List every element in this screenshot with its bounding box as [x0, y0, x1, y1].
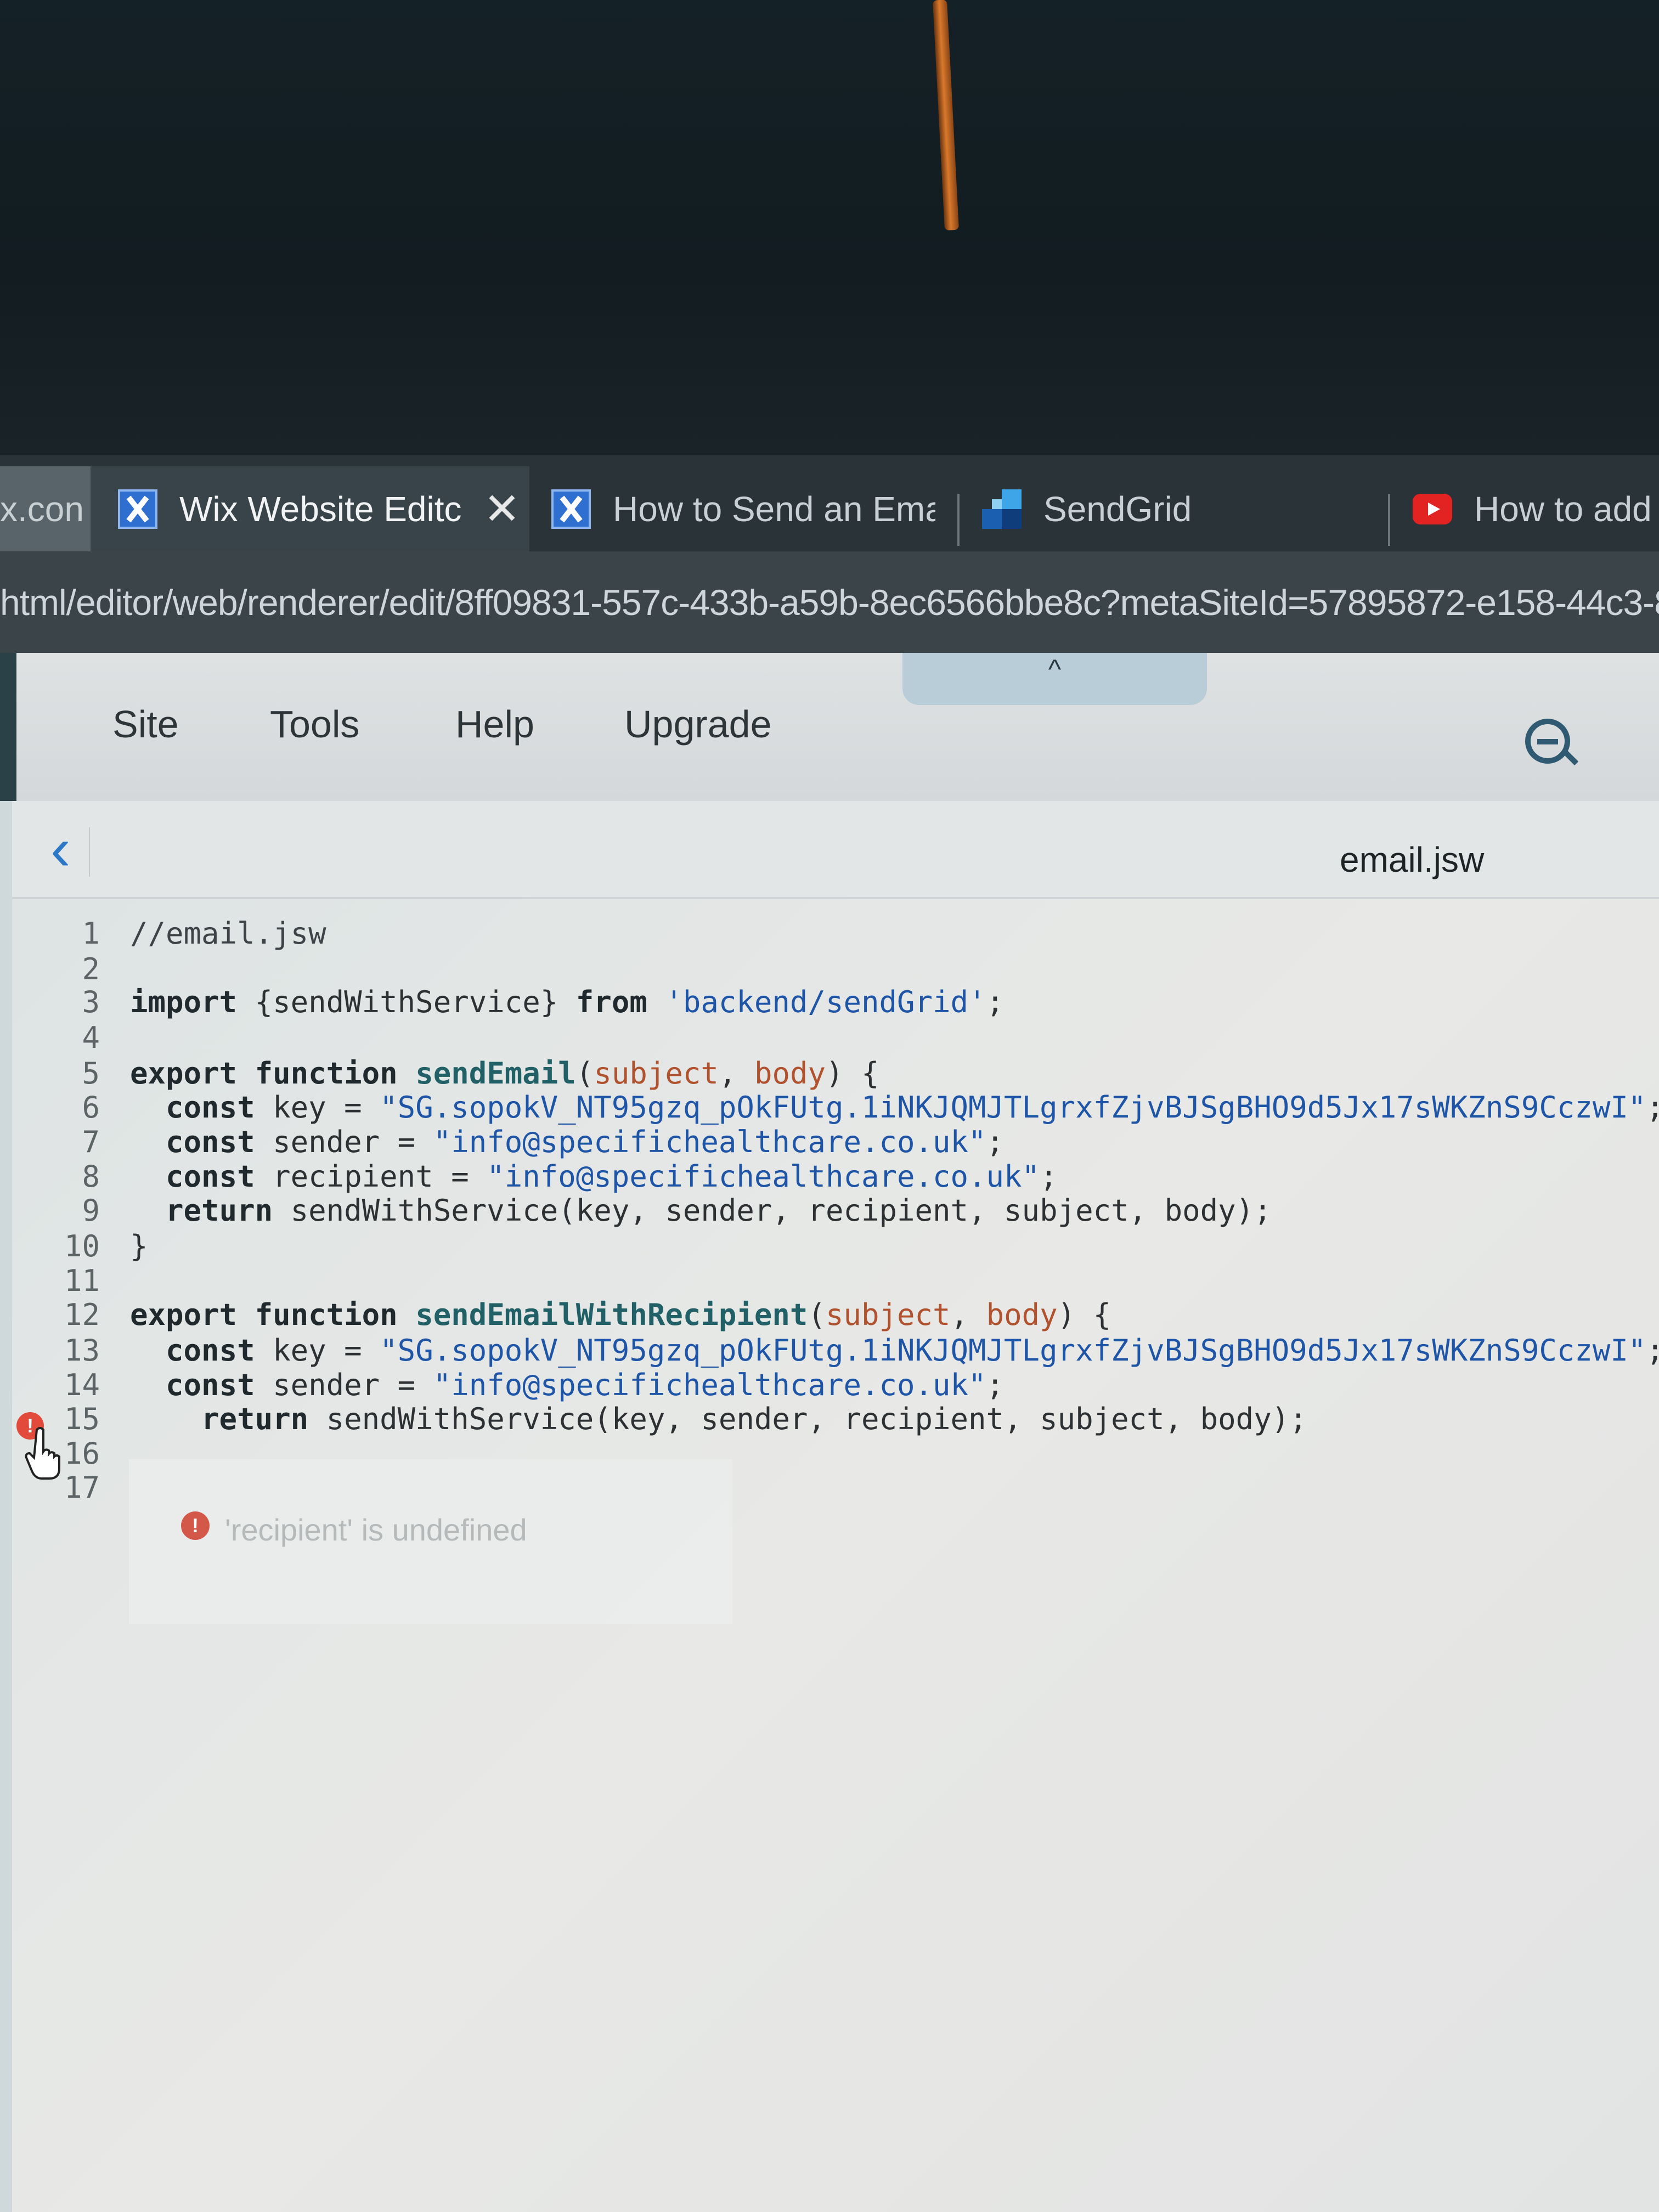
line-number: 3: [82, 985, 100, 1019]
code-line[interactable]: 14 const sender = "info@specifichealthca…: [12, 1368, 1659, 1404]
line-number: 6: [82, 1090, 100, 1125]
wix-icon: [551, 489, 591, 529]
code-text[interactable]: return sendWithService(key, sender, reci…: [130, 1402, 1307, 1436]
tab-wix-editor[interactable]: Wix Website Editc ✕: [91, 466, 529, 551]
address-bar[interactable]: html/editor/web/renderer/edit/8ff09831-5…: [0, 551, 1659, 653]
code-text[interactable]: import {sendWithService} from 'backend/s…: [130, 985, 1004, 1019]
code-line[interactable]: 6 const key = "SG.sopokV_NT95gzq_pOkFUtg…: [12, 1090, 1659, 1126]
line-number: 2: [82, 952, 100, 986]
tab-partial[interactable]: x.con: [0, 466, 91, 551]
file-name: email.jsw: [1340, 840, 1485, 879]
tab-separator: [1388, 494, 1390, 546]
tab-separator: [957, 494, 960, 546]
code-line[interactable]: 2: [12, 952, 1659, 988]
error-message: 'recipient' is undefined: [225, 1513, 527, 1547]
code-line[interactable]: 4: [12, 1020, 1659, 1057]
hand-cursor-icon: [25, 1427, 60, 1480]
zoom-out-icon[interactable]: [1525, 719, 1579, 768]
code-line[interactable]: 10}: [12, 1229, 1659, 1265]
error-icon: !: [181, 1511, 210, 1540]
menu-site[interactable]: Site: [112, 702, 179, 746]
line-number: 4: [82, 1020, 100, 1055]
close-icon[interactable]: ✕: [484, 483, 521, 534]
line-number: 13: [64, 1333, 100, 1368]
line-number: 14: [64, 1368, 100, 1402]
collapse-toolbar-button[interactable]: ^: [902, 653, 1207, 705]
code-text[interactable]: export function sendEmail(subject, body)…: [130, 1056, 879, 1091]
menu-upgrade[interactable]: Upgrade: [624, 702, 772, 746]
monitor-bezel: [0, 0, 1659, 455]
youtube-icon: [1413, 493, 1452, 524]
line-number: 5: [82, 1056, 100, 1091]
code-text[interactable]: const sender = "info@specifichealthcare.…: [130, 1368, 1004, 1402]
chevron-left-icon[interactable]: ‹: [50, 819, 90, 879]
code-line[interactable]: 8 const recipient = "info@specifichealth…: [12, 1159, 1659, 1195]
tab-how-to-send[interactable]: How to Send an Emai: [551, 466, 935, 551]
url-text[interactable]: html/editor/web/renderer/edit/8ff09831-5…: [0, 582, 1659, 623]
tab-title: How to Send an Emai: [613, 489, 935, 529]
tab-title: x.con: [0, 489, 84, 529]
error-tooltip: ! 'recipient' is undefined: [129, 1459, 732, 1624]
menu-tools[interactable]: Tools: [270, 702, 359, 746]
wix-icon: [118, 489, 157, 529]
code-text[interactable]: const key = "SG.sopokV_NT95gzq_pOkFUtg.1…: [130, 1090, 1659, 1125]
line-number: 10: [64, 1229, 100, 1263]
code-line[interactable]: 9 return sendWithService(key, sender, re…: [12, 1193, 1659, 1229]
tab-youtube[interactable]: How to add: [1413, 466, 1659, 551]
line-number: 9: [82, 1193, 100, 1228]
menu-help[interactable]: Help: [455, 702, 534, 746]
code-line[interactable]: 13 const key = "SG.sopokV_NT95gzq_pOkFUt…: [12, 1333, 1659, 1369]
editor-top-bar: ^ Site Tools Help Upgrade: [0, 653, 1659, 801]
code-line[interactable]: 11: [12, 1263, 1659, 1300]
code-line[interactable]: 3 import {sendWithService} from 'backend/…: [12, 985, 1659, 1021]
line-number: 12: [64, 1297, 100, 1332]
code-line[interactable]: 5 export function sendEmail(subject, body…: [12, 1056, 1659, 1092]
code-line[interactable]: 15 return sendWithService(key, sender, r…: [12, 1402, 1659, 1438]
line-number: 1: [82, 916, 100, 951]
code-text[interactable]: //email.jsw: [130, 916, 326, 951]
line-number: 11: [64, 1263, 100, 1298]
browser-tab-strip: x.con Wix Website Editc ✕ How to Send an…: [0, 455, 1659, 551]
line-number: 8: [82, 1159, 100, 1194]
chevron-up-icon: ^: [1048, 654, 1062, 685]
tab-title: How to add: [1474, 489, 1652, 529]
code-text[interactable]: return sendWithService(key, sender, reci…: [130, 1193, 1272, 1228]
code-line[interactable]: 7 const sender = "info@specifichealthcar…: [12, 1125, 1659, 1161]
tab-sendgrid[interactable]: SendGrid: [982, 466, 1366, 551]
line-number: 7: [82, 1125, 100, 1159]
code-line[interactable]: 12 export function sendEmailWithRecipient…: [12, 1297, 1659, 1334]
code-text[interactable]: const key = "SG.sopokV_NT95gzq_pOkFUtg.1…: [130, 1333, 1659, 1368]
code-text[interactable]: }: [130, 1229, 148, 1263]
code-text[interactable]: const recipient = "info@specifichealthca…: [130, 1159, 1058, 1194]
code-line[interactable]: 1 //email.jsw: [12, 916, 1659, 952]
code-text[interactable]: const sender = "info@specifichealthcare.…: [130, 1125, 1004, 1159]
sendgrid-icon: [982, 489, 1022, 529]
tab-title: Wix Website Editc: [179, 489, 462, 529]
code-panel-header: ‹ email.jsw: [12, 801, 1659, 899]
tab-title: SendGrid: [1043, 489, 1192, 529]
code-text[interactable]: export function sendEmailWithRecipient(s…: [130, 1297, 1111, 1332]
